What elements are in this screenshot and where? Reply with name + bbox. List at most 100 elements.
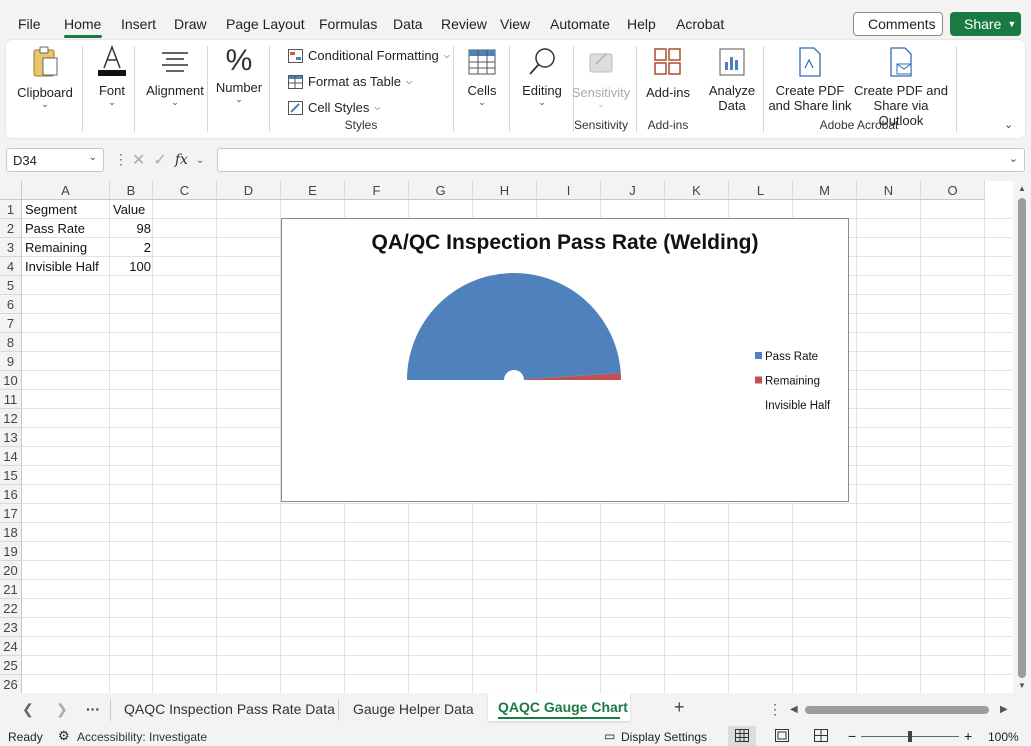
name-box[interactable]: D34 ⌄ xyxy=(6,148,104,172)
prev-sheet-icon[interactable]: ❮ xyxy=(22,701,34,718)
insert-function-button[interactable]: fx xyxy=(175,152,188,168)
row-header-12[interactable]: 12 xyxy=(0,409,22,428)
cell-a2[interactable]: Pass Rate xyxy=(23,219,110,238)
font-group[interactable]: Font ⌄ xyxy=(86,40,138,138)
column-header-j[interactable]: J xyxy=(601,181,665,200)
pie-slice-pass-rate[interactable] xyxy=(407,273,621,380)
column-header-o[interactable]: O xyxy=(921,181,985,200)
row-header-14[interactable]: 14 xyxy=(0,447,22,466)
tab-formulas[interactable]: Formulas xyxy=(319,16,377,32)
tab-view[interactable]: View xyxy=(500,16,530,32)
cells-group[interactable]: Cells ⌄ xyxy=(457,40,507,138)
tab-file[interactable]: File xyxy=(18,16,41,32)
more-options-icon[interactable]: ⋮ xyxy=(114,151,128,168)
cell-a3[interactable]: Remaining xyxy=(23,238,110,257)
row-header-8[interactable]: 8 xyxy=(0,333,22,352)
horizontal-scroll-thumb[interactable] xyxy=(805,706,989,714)
column-header-n[interactable]: N xyxy=(857,181,921,200)
row-header-1[interactable]: 1 xyxy=(0,200,22,219)
clipboard-group[interactable]: Clipboard ⌄ xyxy=(10,40,80,138)
row-header-24[interactable]: 24 xyxy=(0,637,22,656)
number-group[interactable]: % Number ⌄ xyxy=(211,40,267,138)
cell-b3[interactable]: 2 xyxy=(111,238,153,257)
active-sheet-tab[interactable]: QAQC Gauge Chart xyxy=(488,693,630,721)
more-sheets-icon[interactable]: ··· xyxy=(86,701,100,717)
tab-acrobat[interactable]: Acrobat xyxy=(676,16,724,32)
sheet-tab-pass-rate-data[interactable]: QAQC Inspection Pass Rate Data xyxy=(124,701,335,717)
hscroll-left-icon[interactable]: ◀ xyxy=(790,704,798,715)
row-header-7[interactable]: 7 xyxy=(0,314,22,333)
row-header-18[interactable]: 18 xyxy=(0,523,22,542)
tab-automate[interactable]: Automate xyxy=(550,16,610,32)
sheet-tab-gauge-helper-data[interactable]: Gauge Helper Data xyxy=(353,701,474,717)
scroll-down-icon[interactable]: ▼ xyxy=(1018,681,1026,690)
legend-entry[interactable]: Pass Rate xyxy=(765,351,818,363)
expand-formula-chevron-icon[interactable]: ⌄ xyxy=(1009,152,1018,165)
gauge-chart[interactable]: QA/QC Inspection Pass Rate (Welding) Pas… xyxy=(281,218,849,502)
row-header-15[interactable]: 15 xyxy=(0,466,22,485)
comments-button[interactable]: Comments xyxy=(853,12,943,36)
zoom-in-icon[interactable]: + xyxy=(964,728,972,744)
share-dropdown-icon[interactable]: ▼ xyxy=(1007,19,1016,29)
cell-b1[interactable]: Value xyxy=(111,200,153,219)
row-header-9[interactable]: 9 xyxy=(0,352,22,371)
tab-data[interactable]: Data xyxy=(393,16,423,32)
row-header-26[interactable]: 26 xyxy=(0,675,22,693)
column-header-g[interactable]: G xyxy=(409,181,473,200)
cell-a4[interactable]: Invisible Half xyxy=(23,257,110,276)
row-header-22[interactable]: 22 xyxy=(0,599,22,618)
tab-help[interactable]: Help xyxy=(627,16,656,32)
column-header-a[interactable]: A xyxy=(22,181,110,200)
legend-entry[interactable]: Remaining xyxy=(765,376,820,388)
column-header-l[interactable]: L xyxy=(729,181,793,200)
row-header-23[interactable]: 23 xyxy=(0,618,22,637)
vertical-scrollbar[interactable]: ▲ ▼ xyxy=(1013,181,1031,693)
row-header-11[interactable]: 11 xyxy=(0,390,22,409)
tab-review[interactable]: Review xyxy=(441,16,487,32)
column-header-d[interactable]: D xyxy=(217,181,281,200)
row-header-21[interactable]: 21 xyxy=(0,580,22,599)
column-header-f[interactable]: F xyxy=(345,181,409,200)
row-header-13[interactable]: 13 xyxy=(0,428,22,447)
zoom-out-icon[interactable]: − xyxy=(848,728,856,744)
next-sheet-icon[interactable]: ❯ xyxy=(56,701,68,718)
column-header-e[interactable]: E xyxy=(281,181,345,200)
row-header-5[interactable]: 5 xyxy=(0,276,22,295)
page-layout-view-icon[interactable] xyxy=(775,729,789,742)
page-break-view-icon[interactable] xyxy=(814,729,828,742)
cell-a1[interactable]: Segment xyxy=(23,200,110,219)
fx-chevron-icon[interactable]: ⌄ xyxy=(196,155,204,166)
tab-home[interactable]: Home xyxy=(64,16,101,32)
column-header-k[interactable]: K xyxy=(665,181,729,200)
analyze-data-button[interactable]: Analyze Data xyxy=(704,40,760,138)
tab-insert[interactable]: Insert xyxy=(121,16,156,32)
cancel-icon[interactable]: ✕ xyxy=(132,150,145,170)
enter-icon[interactable]: ✓ xyxy=(153,150,166,170)
sensitivity-button[interactable]: Sensitivity ⌄ Sensitivity xyxy=(571,40,631,138)
accessibility-status[interactable]: Accessibility: Investigate xyxy=(77,730,207,744)
row-header-20[interactable]: 20 xyxy=(0,561,22,580)
row-header-2[interactable]: 2 xyxy=(0,219,22,238)
conditional-formatting-button[interactable]: Conditional Formatting ⌵ xyxy=(288,48,450,63)
hscroll-right-icon[interactable]: ▶ xyxy=(1000,704,1008,715)
cell-b2[interactable]: 98 xyxy=(111,219,153,238)
row-header-10[interactable]: 10 xyxy=(0,371,22,390)
row-header-3[interactable]: 3 xyxy=(0,238,22,257)
sheet-options-icon[interactable]: ⋮ xyxy=(768,701,782,718)
editing-group[interactable]: Editing ⌄ xyxy=(513,40,571,138)
zoom-level[interactable]: 100% xyxy=(988,730,1019,744)
name-box-chevron-icon[interactable]: ⌄ xyxy=(89,152,97,163)
select-all-corner[interactable] xyxy=(0,181,22,200)
worksheet-grid[interactable]: ABCDEFGHIJKLMNO 1 2 3 4 5 6 7 8 9 10 11 12 13 14 15 16 1… xyxy=(0,181,1031,693)
column-header-i[interactable]: I xyxy=(537,181,601,200)
scroll-up-icon[interactable]: ▲ xyxy=(1018,184,1026,193)
row-header-17[interactable]: 17 xyxy=(0,504,22,523)
column-header-b[interactable]: B xyxy=(110,181,153,200)
row-header-4[interactable]: 4 xyxy=(0,257,22,276)
zoom-slider-thumb[interactable] xyxy=(908,731,912,742)
column-header-h[interactable]: H xyxy=(473,181,537,200)
collapse-ribbon-chevron-icon[interactable]: ⌄ xyxy=(1004,118,1013,131)
share-button[interactable]: Share ▼ xyxy=(950,12,1021,36)
addins-button[interactable]: Add-ins Add-ins xyxy=(640,40,696,138)
row-header-19[interactable]: 19 xyxy=(0,542,22,561)
